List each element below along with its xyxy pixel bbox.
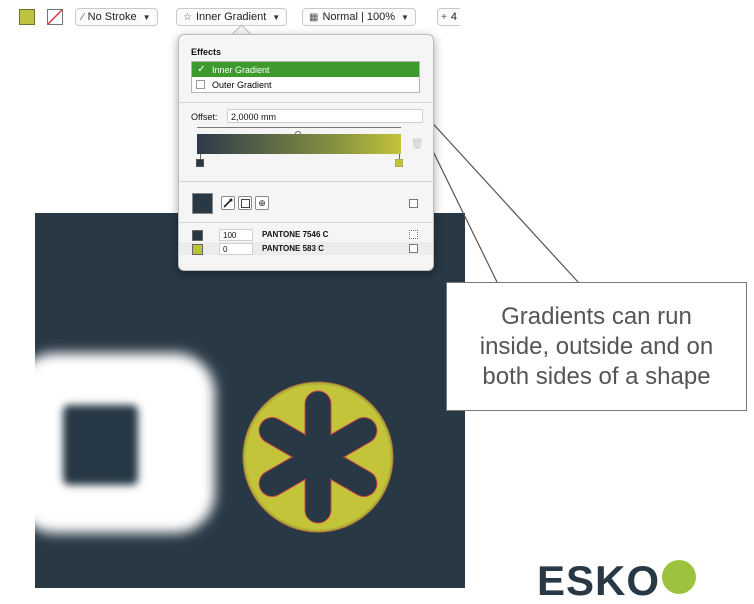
effect-item-outer-gradient[interactable]: Outer Gradient <box>192 77 419 92</box>
options-checkbox[interactable] <box>409 199 418 208</box>
offset-label: Offset: <box>191 112 218 122</box>
effect-item-label: Outer Gradient <box>212 79 272 90</box>
gradient-preview-bar[interactable] <box>197 134 401 154</box>
ink-percentage-input[interactable]: 100 <box>219 229 253 241</box>
ink-swatch <box>192 229 203 241</box>
target-icon[interactable]: ⊕ <box>255 196 269 210</box>
divider <box>179 181 433 182</box>
gradient-midpoint-track <box>197 127 401 128</box>
current-color-swatch[interactable] <box>192 193 213 214</box>
ink-options-checkbox[interactable] <box>409 244 418 253</box>
ink-row[interactable]: 0 PANTONE 583 C <box>192 243 432 255</box>
effect-item-label: Inner Gradient <box>212 64 270 75</box>
logo-text: ESKO <box>537 557 661 604</box>
effects-panel: Effects ✓ Inner Gradient Outer Gradient … <box>178 34 434 271</box>
ink-percentage-input[interactable]: 0 <box>219 243 253 255</box>
checkbox[interactable] <box>196 80 205 89</box>
eyedropper-icon[interactable] <box>221 196 235 210</box>
effects-list: ✓ Inner Gradient Outer Gradient <box>191 61 420 93</box>
ink-name: PANTONE 7546 C <box>262 230 329 239</box>
callout-text: Gradients can run inside, outside and on… <box>480 302 714 392</box>
logo-dot-icon <box>662 560 697 594</box>
effects-title: Effects <box>191 47 222 57</box>
ink-row[interactable]: 100 PANTONE 7546 C <box>192 229 432 241</box>
callout-box: Gradients can run inside, outside and on… <box>446 282 747 411</box>
gradient-stop-end[interactable] <box>395 159 403 167</box>
ink-swatch <box>192 243 203 255</box>
offset-input[interactable]: 2,0000 mm <box>227 109 423 123</box>
effect-item-inner-gradient[interactable]: ✓ Inner Gradient <box>192 62 419 77</box>
esko-logo: ESKO <box>537 557 697 604</box>
trash-icon[interactable]: 🗑 <box>411 139 424 150</box>
callout-line-3: both sides of a shape <box>482 362 711 390</box>
ink-options-checkbox[interactable] <box>409 230 418 239</box>
callout-line-1: Gradients can run <box>501 302 692 330</box>
checkmark-icon[interactable]: ✓ <box>196 64 207 75</box>
ink-name: PANTONE 583 C <box>262 244 324 253</box>
divider <box>179 222 433 223</box>
callout-line-2: inside, outside and on <box>479 332 714 360</box>
square-swatch-icon[interactable] <box>238 196 252 210</box>
divider <box>179 102 433 103</box>
gradient-stop-start[interactable] <box>196 159 204 167</box>
